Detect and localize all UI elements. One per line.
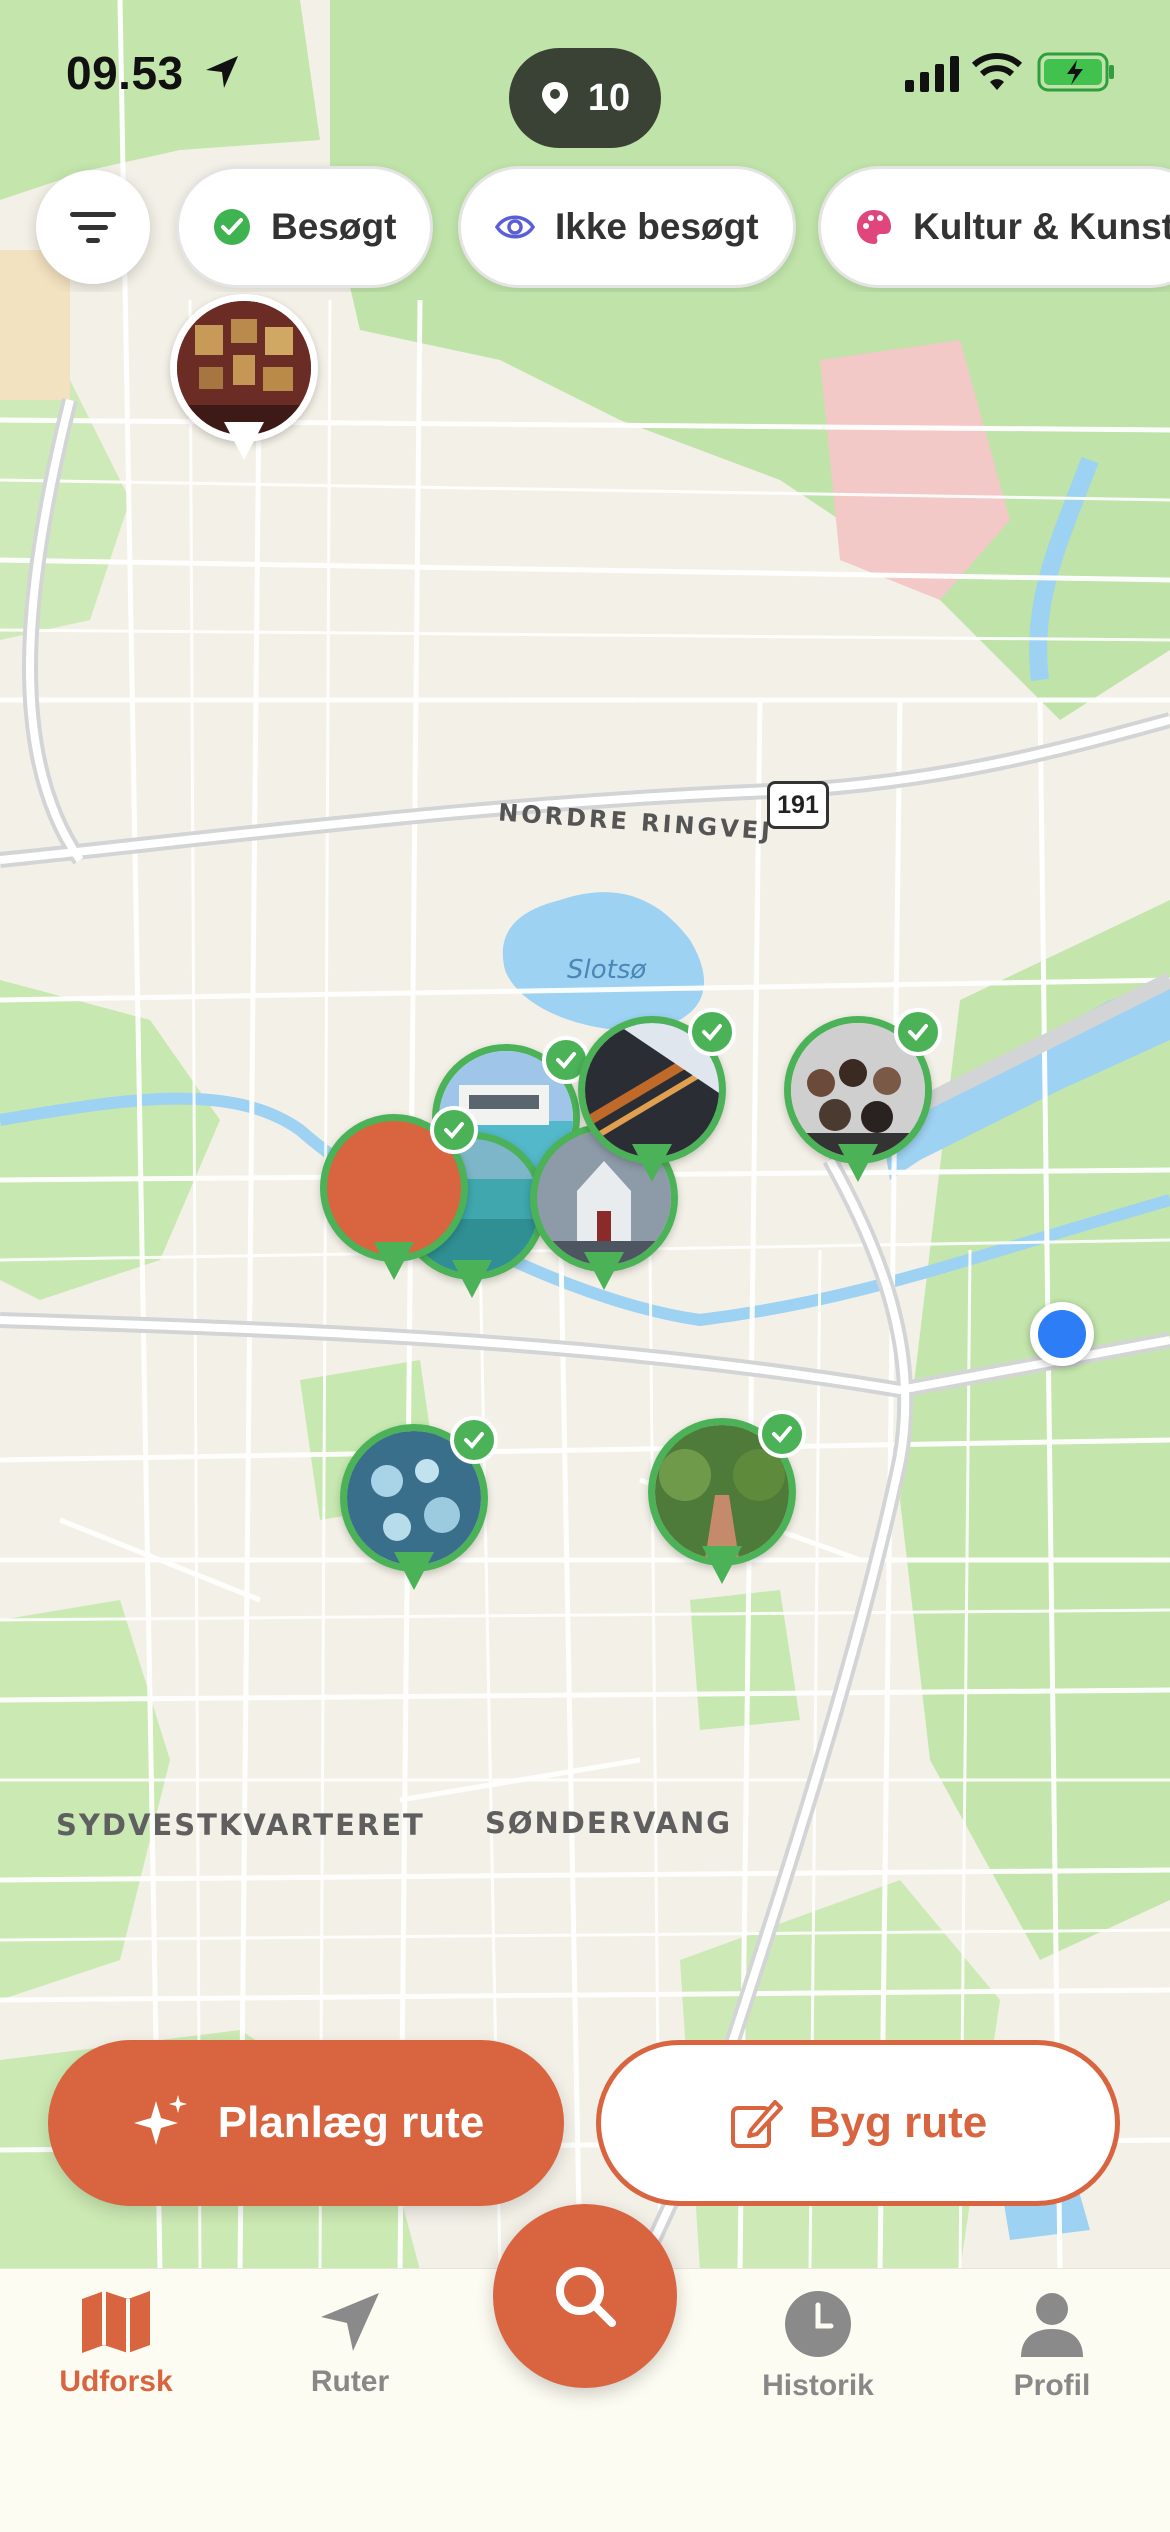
status-time: 09.53	[66, 47, 184, 99]
wifi-icon	[972, 53, 1022, 90]
signal-icon	[905, 56, 959, 92]
place-pin[interactable]	[340, 1416, 498, 1594]
place-pin[interactable]	[578, 1008, 736, 1186]
tab-label: Historik	[762, 2369, 874, 2402]
sparkles-icon	[133, 2095, 187, 2145]
person-icon	[1021, 2293, 1083, 2357]
status-bar: 09.53 10	[0, 0, 1170, 150]
places-count-pill[interactable]: 10	[509, 48, 661, 148]
chip-label: Besøgt	[271, 206, 397, 247]
lake-label: Slotsø	[567, 955, 647, 985]
tab-label: Ruter	[310, 2365, 390, 2398]
route-shield: 191	[767, 781, 829, 829]
battery-icon	[1037, 52, 1114, 92]
plan-route-label: Planlæg rute	[217, 2098, 485, 2147]
tab-explore[interactable]: Udforsk	[16, 2289, 216, 2419]
eye-icon	[495, 215, 535, 239]
filter-chip-visited[interactable]: Besøgt	[176, 166, 434, 288]
filter-chip-not-visited[interactable]: Ikke besøgt	[458, 166, 796, 288]
search-icon	[556, 2267, 616, 2327]
pin-icon	[541, 82, 568, 114]
build-route-button[interactable]: Byg rute	[596, 2040, 1120, 2206]
area-label: SØNDERVANG	[485, 1806, 733, 1840]
tab-routes[interactable]: Ruter	[250, 2289, 450, 2419]
visited-check-icon	[688, 1008, 736, 1056]
edit-icon	[730, 2100, 783, 2148]
filter-chip-culture-art[interactable]: Kultur & Kunst	[818, 166, 1170, 288]
filter-bar: Besøgt Ikke besøgt Kultur & Kunst	[0, 162, 1170, 292]
area-label: SYDVESTKVARTERET	[56, 1808, 425, 1842]
places-count: 10	[587, 76, 631, 119]
check-circle-icon	[214, 209, 250, 245]
map[interactable]: NORDRE RINGVEJ 191 Slotsø SYDVESTKVARTER…	[0, 0, 1170, 2270]
filter-button[interactable]	[36, 170, 150, 284]
place-pin[interactable]	[320, 1106, 478, 1284]
tab-label: Udforsk	[59, 2365, 173, 2398]
visited-check-icon	[758, 1410, 806, 1458]
palette-icon	[857, 210, 891, 244]
map-icon	[82, 2291, 150, 2353]
visited-check-icon	[894, 1008, 942, 1056]
clock-icon	[785, 2291, 851, 2357]
chip-label: Kultur & Kunst	[913, 206, 1170, 247]
plan-route-button[interactable]: Planlæg rute	[48, 2040, 564, 2206]
place-pin[interactable]	[784, 1008, 942, 1186]
navigation-icon	[321, 2293, 379, 2351]
tab-profile[interactable]: Profil	[952, 2289, 1152, 2419]
chip-label: Ikke besøgt	[555, 206, 759, 247]
search-button[interactable]	[493, 2204, 677, 2388]
filter-icon	[70, 212, 116, 243]
place-pin[interactable]	[648, 1410, 806, 1588]
location-arrow-icon	[206, 56, 238, 88]
tab-history[interactable]: Historik	[718, 2289, 918, 2419]
tab-label: Profil	[1013, 2369, 1091, 2402]
visited-check-icon	[450, 1416, 498, 1464]
build-route-label: Byg rute	[808, 2098, 988, 2147]
visited-check-icon	[430, 1106, 478, 1154]
place-pin[interactable]	[170, 294, 318, 464]
user-location-dot	[1030, 1302, 1094, 1366]
place-thumbnail	[170, 294, 318, 442]
